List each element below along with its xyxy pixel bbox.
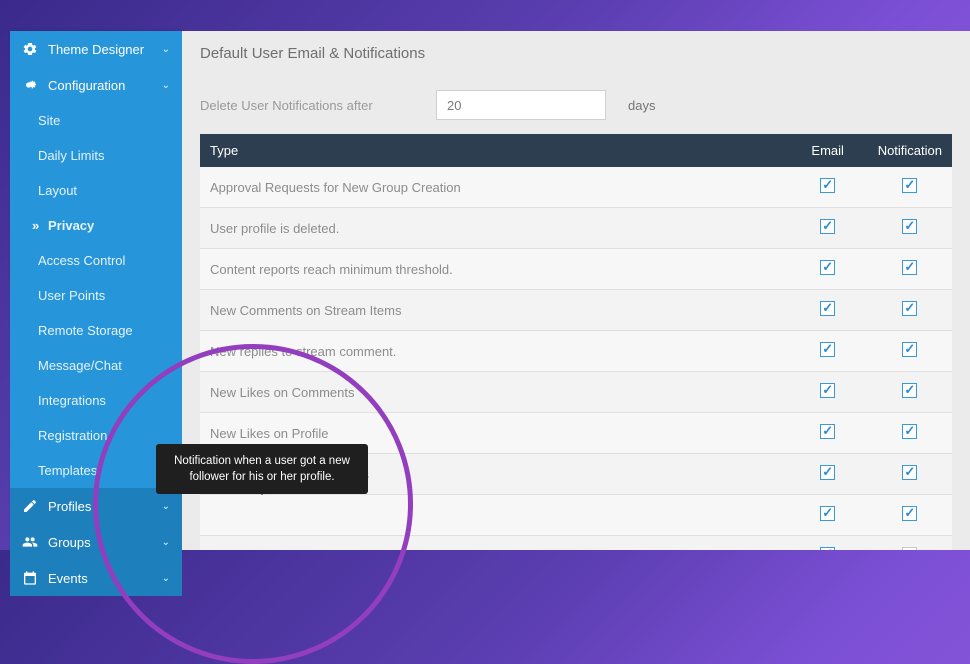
sidebar-label: Profiles bbox=[48, 499, 91, 514]
row-label: Content reports reach minimum threshold. bbox=[200, 249, 788, 290]
notification-checkbox[interactable] bbox=[902, 178, 917, 193]
chevron-down-icon: ⌄ bbox=[162, 573, 170, 584]
sidebar-item-label: Layout bbox=[38, 183, 77, 198]
chevron-down-icon: ⌄ bbox=[162, 80, 170, 91]
calendar-icon bbox=[22, 570, 38, 586]
col-type: Type bbox=[200, 134, 788, 167]
delete-after-input[interactable] bbox=[436, 90, 606, 120]
sidebar-label: Theme Designer bbox=[48, 42, 144, 57]
table-row bbox=[200, 495, 952, 536]
row-label: User profile is deleted. bbox=[200, 208, 788, 249]
row-label bbox=[200, 536, 788, 551]
table-row bbox=[200, 536, 952, 551]
sidebar-item-layout[interactable]: Layout bbox=[10, 173, 182, 208]
gear-icon bbox=[22, 41, 38, 57]
row-label: New replies to stream comment. bbox=[200, 331, 788, 372]
email-checkbox[interactable] bbox=[820, 383, 835, 398]
sidebar-label: Groups bbox=[48, 535, 91, 550]
edit-icon bbox=[22, 498, 38, 514]
gears-icon bbox=[22, 77, 38, 93]
sidebar-item-configuration[interactable]: Configuration ⌄ bbox=[10, 67, 182, 103]
notification-checkbox[interactable] bbox=[902, 260, 917, 275]
notification-checkbox[interactable] bbox=[902, 424, 917, 439]
email-checkbox[interactable] bbox=[820, 260, 835, 275]
table-row: Content reports reach minimum threshold. bbox=[200, 249, 952, 290]
col-email: Email bbox=[788, 134, 868, 167]
email-checkbox[interactable] bbox=[820, 301, 835, 316]
users-icon bbox=[22, 534, 38, 550]
sidebar-item-label: Templates bbox=[38, 463, 97, 478]
sidebar-item-message-chat[interactable]: Message/Chat bbox=[10, 348, 182, 383]
sidebar-label: Configuration bbox=[48, 78, 125, 93]
col-notification: Notification bbox=[868, 134, 952, 167]
chevron-down-icon: ⌄ bbox=[162, 501, 170, 512]
email-checkbox[interactable] bbox=[820, 506, 835, 521]
chevron-down-icon: ⌄ bbox=[162, 537, 170, 548]
sidebar-item-daily-limits[interactable]: Daily Limits bbox=[10, 138, 182, 173]
notification-checkbox[interactable] bbox=[902, 301, 917, 316]
sidebar-item-label: Registration bbox=[38, 428, 107, 443]
sidebar-label: Events bbox=[48, 571, 88, 586]
email-checkbox[interactable] bbox=[820, 178, 835, 193]
table-row: New replies to stream comment. bbox=[200, 331, 952, 372]
sidebar-item-theme-designer[interactable]: Theme Designer ⌄ bbox=[10, 31, 182, 67]
tooltip: Notification when a user got a new follo… bbox=[156, 444, 368, 494]
sidebar-item-integrations[interactable]: Integrations bbox=[10, 383, 182, 418]
sidebar-item-access-control[interactable]: Access Control bbox=[10, 243, 182, 278]
sidebar-item-label: Message/Chat bbox=[38, 358, 122, 373]
page-title: Default User Email & Notifications bbox=[182, 31, 970, 76]
notification-checkbox[interactable] bbox=[902, 506, 917, 521]
sidebar-item-label: Site bbox=[38, 113, 60, 128]
sidebar-item-profiles[interactable]: Profiles ⌄ bbox=[10, 488, 182, 524]
sidebar-item-user-points[interactable]: User Points bbox=[10, 278, 182, 313]
email-checkbox[interactable] bbox=[820, 465, 835, 480]
chevron-down-icon: ⌄ bbox=[162, 44, 170, 55]
row-label: Approval Requests for New Group Creation bbox=[200, 167, 788, 208]
row-label: New Likes on Comments bbox=[200, 372, 788, 413]
row-label: New Comments on Stream Items bbox=[200, 290, 788, 331]
sidebar-item-events[interactable]: Events ⌄ bbox=[10, 560, 182, 596]
sidebar-item-remote-storage[interactable]: Remote Storage bbox=[10, 313, 182, 348]
notification-checkbox[interactable] bbox=[902, 383, 917, 398]
row-label bbox=[200, 495, 788, 536]
notification-checkbox[interactable] bbox=[902, 219, 917, 234]
notification-checkbox[interactable] bbox=[902, 465, 917, 480]
table-row: New Comments on Stream Items bbox=[200, 290, 952, 331]
sidebar-item-privacy[interactable]: Privacy bbox=[10, 208, 182, 243]
sidebar-item-site[interactable]: Site bbox=[10, 103, 182, 138]
days-label: days bbox=[628, 98, 655, 113]
email-checkbox[interactable] bbox=[820, 219, 835, 234]
sidebar-item-label: Privacy bbox=[48, 218, 94, 233]
sidebar-item-label: Remote Storage bbox=[38, 323, 133, 338]
delete-after-row: Delete User Notifications after days bbox=[200, 90, 952, 120]
sidebar-item-label: Daily Limits bbox=[38, 148, 104, 163]
delete-after-label: Delete User Notifications after bbox=[200, 98, 414, 113]
email-checkbox[interactable] bbox=[820, 424, 835, 439]
table-row: New Likes on Comments bbox=[200, 372, 952, 413]
notification-checkbox[interactable] bbox=[902, 342, 917, 357]
table-row: User profile is deleted. bbox=[200, 208, 952, 249]
sidebar-item-groups[interactable]: Groups ⌄ bbox=[10, 524, 182, 560]
table-row: Approval Requests for New Group Creation bbox=[200, 167, 952, 208]
sidebar-item-label: Integrations bbox=[38, 393, 106, 408]
sidebar-item-label: User Points bbox=[38, 288, 105, 303]
email-checkbox[interactable] bbox=[820, 342, 835, 357]
sidebar-item-label: Access Control bbox=[38, 253, 125, 268]
